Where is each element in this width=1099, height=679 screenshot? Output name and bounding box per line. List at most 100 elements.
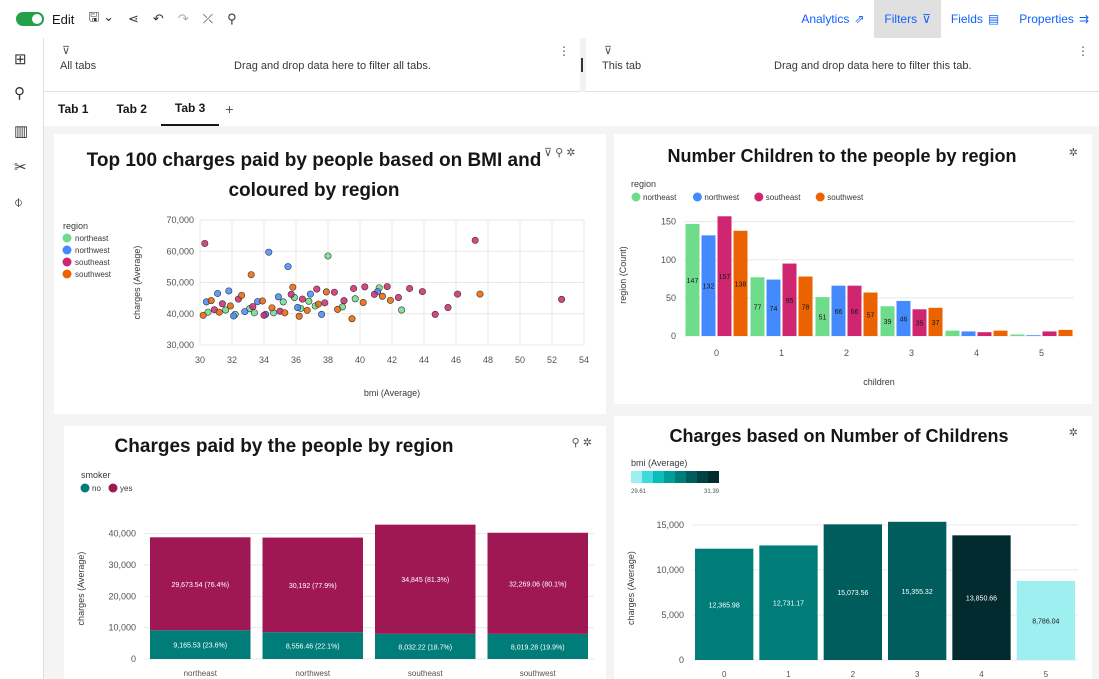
- scatter-point: [289, 283, 297, 291]
- legend-label: northwest: [75, 246, 110, 255]
- scatter-point: [383, 283, 391, 291]
- tab-1[interactable]: Tab 1: [44, 92, 102, 126]
- legend-swatch: [692, 192, 702, 202]
- all-tabs-filter[interactable]: ⊽ All tabs Drag and drop data here to fi…: [44, 38, 580, 92]
- data-label: 15,355.32: [902, 589, 933, 596]
- overflow-menu-icon[interactable]: ⋮: [1077, 44, 1089, 58]
- x-tick-label: 1: [779, 348, 784, 358]
- data-label: 8,019.28 (19.9%): [511, 644, 565, 651]
- relationships-icon[interactable]: ⚲: [227, 11, 237, 27]
- save-icon[interactable]: 🖫 ⌄: [88, 8, 114, 30]
- legend-min-label: 29.61: [631, 489, 647, 495]
- scatter-point: [201, 239, 209, 247]
- y-axis-title: region (Count): [618, 246, 628, 304]
- x-tick-label: 34: [259, 355, 269, 365]
- data-label: 132: [703, 284, 715, 291]
- insights-icon[interactable]: ⌽: [14, 194, 23, 211]
- scatter-point: [558, 295, 566, 303]
- scatter-point: [265, 248, 273, 256]
- x-tick-label: 36: [291, 355, 301, 365]
- legend-label: southwest: [75, 270, 112, 279]
- y-tick-label: 100: [661, 255, 676, 265]
- left-rail: ⊞ ⚲ ▥ ✂ ⌽: [0, 38, 44, 679]
- data-label: 34,845 (81.3%): [401, 577, 449, 584]
- x-axis-title: bmi (Average): [364, 388, 420, 398]
- scatter-point: [370, 290, 378, 298]
- pin-icon[interactable]: ⚲: [14, 84, 25, 102]
- tab-2[interactable]: Tab 2: [102, 92, 160, 126]
- data-label: 78: [802, 304, 810, 311]
- scatter-chart: 30 32 34 36 38 40 42 44 46 48 50 52 54 30,000 40,000 50…: [62, 215, 589, 398]
- legend-gradient-swatch: [686, 471, 697, 483]
- scatter-point: [249, 303, 257, 311]
- bar: [977, 332, 992, 336]
- x-tick-label: 50: [515, 355, 525, 365]
- data-label: 9,165.53 (23.6%): [173, 643, 227, 650]
- legend-label: southwest: [827, 193, 864, 202]
- scatter-point: [314, 300, 322, 308]
- scatter-point: [295, 312, 303, 320]
- y-tick-label: 60,000: [166, 246, 194, 256]
- properties-button[interactable]: Properties ⇉: [1009, 0, 1099, 38]
- scatter-point: [230, 312, 238, 320]
- x-tick-label: 48: [483, 355, 493, 365]
- bar: [945, 330, 960, 336]
- scatter-point: [324, 252, 332, 260]
- charges-children-card[interactable]: Charges based on Number of Childrens ✲ b…: [614, 416, 1092, 679]
- this-tab-dropzone: Drag and drop data here to filter this t…: [774, 60, 972, 72]
- legend-label: southeast: [75, 258, 110, 267]
- tab-3[interactable]: Tab 3: [160, 92, 220, 126]
- this-tab-filter[interactable]: ⊽ This tab Drag and drop data here to fi…: [586, 38, 1099, 92]
- legend-label: northwest: [704, 193, 739, 202]
- redo-icon[interactable]: ↷: [178, 11, 189, 27]
- filters-button[interactable]: Filters ⊽: [874, 0, 941, 38]
- scatter-point: [247, 271, 255, 279]
- x-tick-label: 4: [974, 348, 979, 358]
- navigation-icon[interactable]: ⊞: [14, 50, 27, 68]
- scatter-point: [287, 290, 295, 298]
- scatter-point: [378, 292, 386, 300]
- add-tab-icon[interactable]: +: [225, 101, 233, 117]
- scatter-point: [386, 296, 394, 304]
- data-label: 46: [900, 316, 908, 323]
- y-tick-label: 10,000: [656, 565, 684, 575]
- scatter-card[interactable]: Top 100 charges paid by people based on …: [54, 134, 606, 414]
- visualizations-icon[interactable]: ▥: [14, 122, 28, 140]
- assets-icon[interactable]: ✂: [14, 158, 27, 176]
- undo-icon[interactable]: ↶: [153, 11, 164, 27]
- data-label: 30,192 (77.9%): [289, 583, 337, 590]
- pin-off-icon[interactable]: ⤫: [203, 11, 213, 27]
- legend-swatch: [815, 192, 825, 202]
- share-icon[interactable]: ⋖: [128, 11, 139, 27]
- data-label: 35: [916, 321, 924, 328]
- fields-button[interactable]: Fields ▤: [941, 0, 1009, 38]
- children-region-card[interactable]: Number Children to the people by region …: [614, 134, 1092, 404]
- charges-region-card[interactable]: Charges paid by the people by region ⚲ ✲…: [64, 426, 606, 679]
- legend-label: southeast: [766, 193, 801, 202]
- scatter-point: [350, 284, 358, 292]
- data-label: 37: [932, 320, 940, 327]
- data-label: 66: [851, 309, 859, 316]
- scatter-point: [303, 306, 311, 314]
- y-tick-label: 30,000: [166, 340, 194, 350]
- y-tick-label: 40,000: [108, 529, 136, 539]
- legend-title: smoker: [81, 470, 111, 480]
- edit-label: Edit: [52, 11, 75, 27]
- scatter-point: [294, 304, 302, 312]
- analytics-button[interactable]: Analytics ⇗: [791, 0, 874, 38]
- x-tick-label: northeast: [184, 669, 218, 678]
- x-tick-label: 46: [451, 355, 461, 365]
- y-tick-label: 5,000: [661, 610, 684, 620]
- splitter-handle[interactable]: [581, 58, 583, 72]
- overflow-menu-icon[interactable]: ⋮: [558, 44, 570, 58]
- x-tick-label: 54: [579, 355, 589, 365]
- edit-toggle[interactable]: [16, 12, 44, 26]
- x-tick-label: 0: [722, 670, 727, 679]
- x-tick-label: 3: [909, 348, 914, 358]
- legend-swatch: [80, 483, 90, 493]
- y-tick-label: 30,000: [108, 560, 136, 570]
- scatter-point: [306, 290, 314, 298]
- data-label: 12,365.98: [709, 602, 740, 609]
- filter-icon: ⊽: [62, 45, 71, 57]
- x-tick-label: 5: [1039, 348, 1044, 358]
